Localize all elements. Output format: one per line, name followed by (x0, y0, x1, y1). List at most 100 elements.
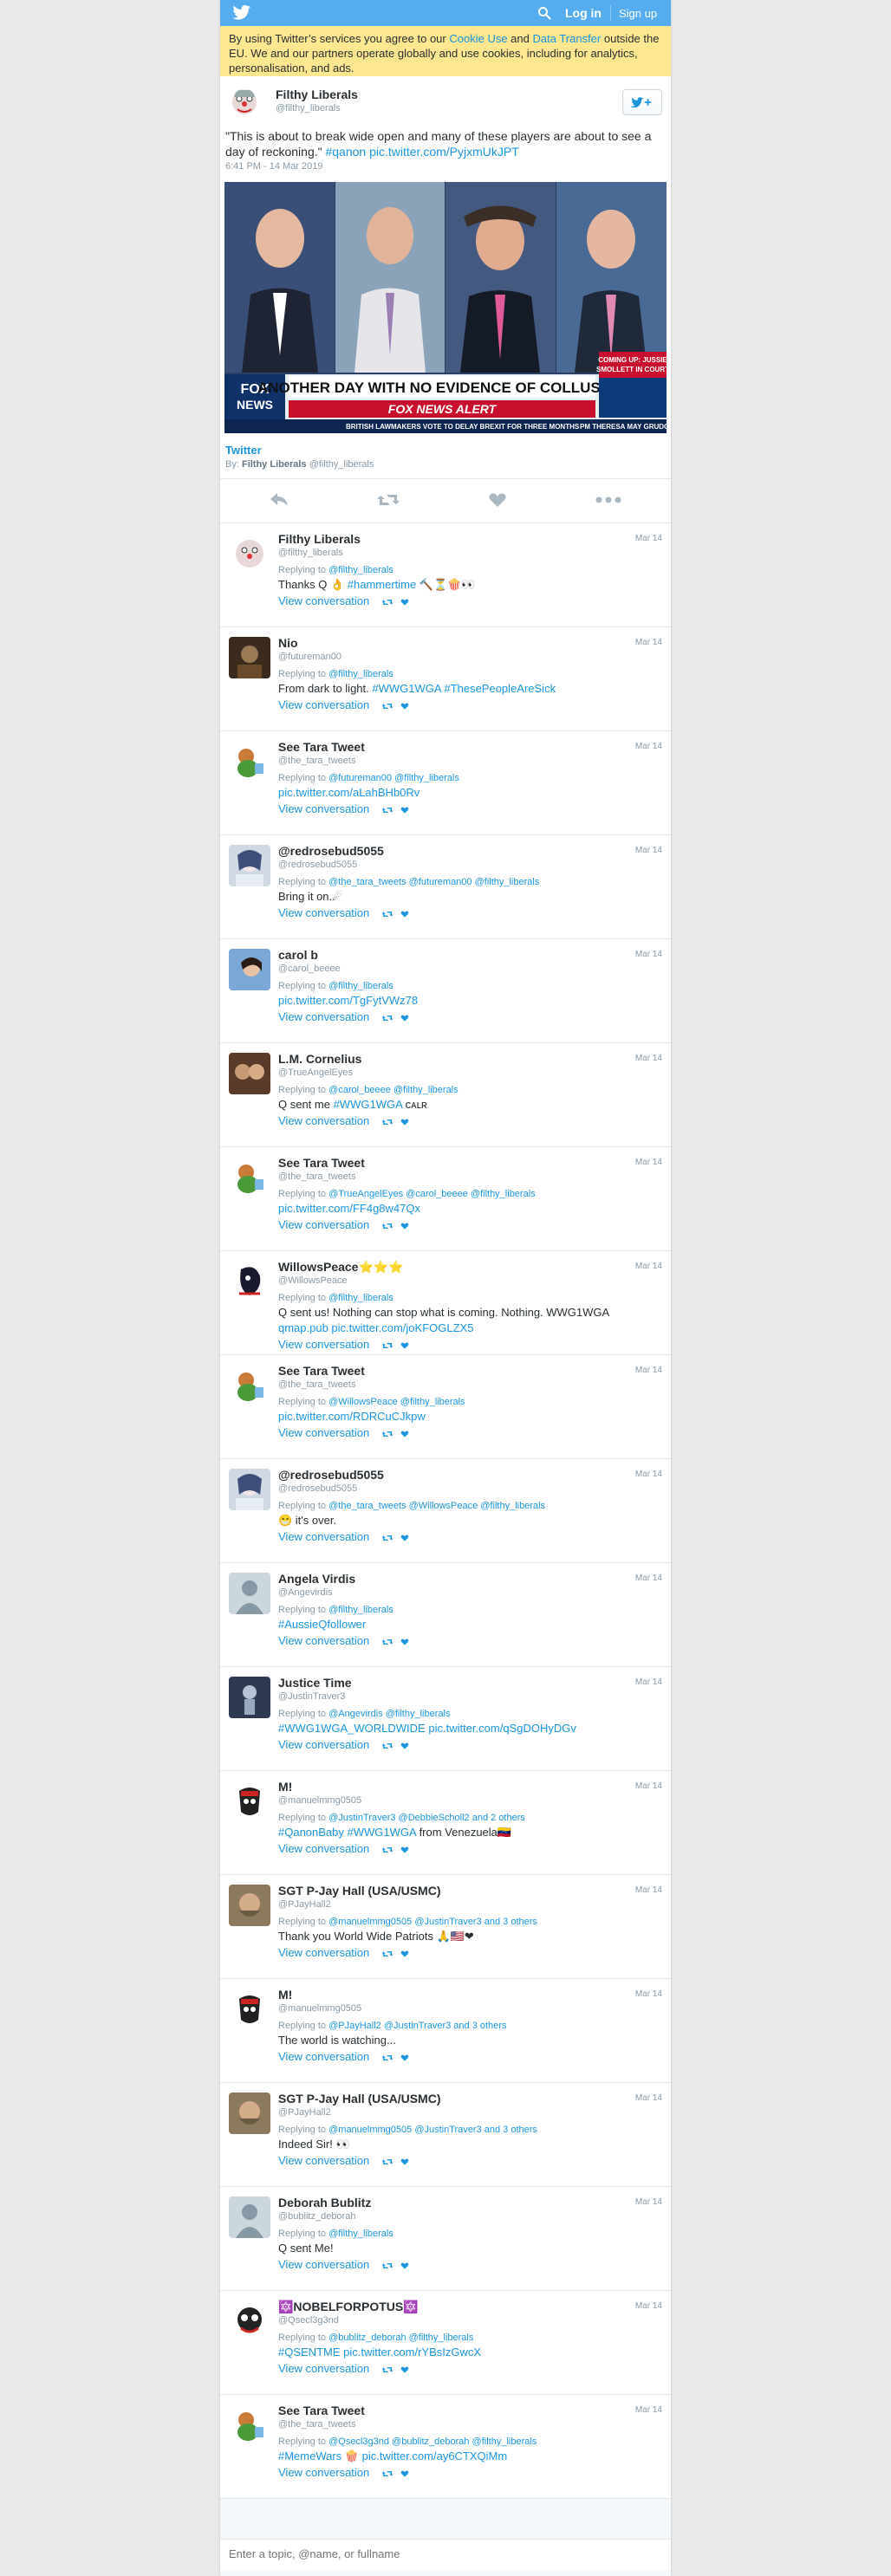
reply-date[interactable]: Mar 14 (635, 1054, 662, 1063)
reply-author-handle[interactable]: @the_tara_tweets (278, 1379, 355, 1390)
reply-author-handle[interactable]: @manuelmmg0505 (278, 2003, 361, 2014)
reply-author-handle[interactable]: @futureman00 (278, 652, 341, 662)
reply-author-name[interactable]: M! (278, 1988, 292, 2002)
reply-tweet[interactable]: M! @manuelmmg0505 Mar 14 Replying to @Justi… (220, 1771, 671, 1875)
author-handle[interactable]: @filthy_liberals (276, 103, 341, 114)
reply-author-name[interactable]: Filthy Liberals (278, 532, 361, 546)
hashtag-link[interactable]: #WWG1WGA (334, 1098, 402, 1111)
like-icon[interactable] (400, 806, 409, 814)
reply-author-name[interactable]: See Tara Tweet (278, 740, 365, 754)
like-icon[interactable] (400, 1118, 409, 1126)
reply-author-handle[interactable]: @carol_beeee (278, 964, 341, 974)
replying-to-users[interactable]: @carol_beeee @filthy_liberals (328, 1085, 459, 1095)
retweet-icon[interactable] (381, 1014, 393, 1022)
reply-date[interactable]: Mar 14 (635, 2405, 662, 2415)
like-icon[interactable] (400, 598, 409, 607)
like-icon[interactable] (400, 2365, 409, 2374)
reply-tweet[interactable]: Filthy Liberals @filthy_liberals Mar 14 Rep… (220, 523, 671, 627)
author-name[interactable]: Filthy Liberals (276, 88, 358, 101)
cookie-use-link[interactable]: Cookie Use (449, 32, 507, 45)
reply-date[interactable]: Mar 14 (635, 2197, 662, 2207)
reply-author-handle[interactable]: @JustinTraver3 (278, 1691, 345, 1702)
reply-author-name[interactable]: Deborah Bublitz (278, 2196, 371, 2209)
like-icon[interactable] (400, 1638, 409, 1646)
reply-author-handle[interactable]: @PJayHall2 (278, 1899, 331, 1910)
reply-author-handle[interactable]: @TrueAngelEyes (278, 1067, 353, 1078)
reply-date[interactable]: Mar 14 (635, 1781, 662, 1791)
view-conversation-link[interactable]: View conversation (278, 802, 369, 815)
reply-author-handle[interactable]: @filthy_liberals (278, 548, 343, 558)
reply-tweet[interactable]: SGT P-Jay Hall (USA/USMC) @PJayHall2 Mar 1… (220, 2083, 671, 2187)
retweet-icon[interactable] (381, 1846, 393, 1854)
hashtag-link[interactable]: #MemeWars (278, 2449, 341, 2462)
reply-tweet[interactable]: Angela Virdis @Angevirdis Mar 14 Replying t… (220, 1563, 671, 1667)
like-icon[interactable] (400, 2469, 409, 2478)
search-input[interactable] (229, 2547, 576, 2560)
view-conversation-link[interactable]: View conversation (278, 2258, 369, 2271)
reply-date[interactable]: Mar 14 (635, 1885, 662, 1895)
reply-tweet[interactable]: See Tara Tweet @the_tara_tweets Mar 14 Repl… (220, 731, 671, 835)
pic-link[interactable]: pic.twitter.com/rYBsIzGwcX (343, 2346, 481, 2359)
retweet-icon[interactable] (381, 2054, 393, 2062)
replying-to-users[interactable]: @JustinTraver3 @DebbieScholl2 and 2 othe… (328, 1813, 525, 1823)
avatar[interactable] (229, 2404, 270, 2446)
reply-date[interactable]: Mar 14 (635, 1574, 662, 1583)
media-source-link[interactable]: Twitter (220, 433, 671, 459)
reply-date[interactable]: Mar 14 (635, 1262, 662, 1271)
replying-to-users[interactable]: @PJayHall2 @JustinTraver3 and 3 others (328, 2021, 506, 2031)
pic-link[interactable]: pic.twitter.com/qSgDOHyDGv (428, 1722, 576, 1735)
replying-to-users[interactable]: @filthy_liberals (328, 565, 393, 575)
reply-tweet[interactable]: Nio @futureman00 Mar 14 Replying to @filthy… (220, 627, 671, 731)
hashtag-link[interactable]: #QanonBaby #WWG1WGA (278, 1826, 416, 1839)
avatar[interactable] (229, 741, 270, 782)
reply-author-name[interactable]: M! (278, 1780, 292, 1794)
reply-author-name[interactable]: carol b (278, 948, 318, 962)
reply-date[interactable]: Mar 14 (635, 1158, 662, 1167)
pic-link[interactable]: pic.twitter.com/FF4g8w47Qx (278, 1202, 420, 1215)
avatar[interactable] (229, 1781, 270, 1822)
retweet-icon[interactable] (381, 1742, 393, 1750)
reply-author-handle[interactable]: @the_tara_tweets (278, 2419, 355, 2430)
avatar[interactable] (229, 1469, 270, 1510)
by-handle[interactable]: @filthy_liberals (309, 459, 374, 470)
reply-tweet[interactable]: carol b @carol_beeee Mar 14 Replying to @fi… (220, 939, 671, 1043)
reply-author-name[interactable]: See Tara Tweet (278, 2404, 365, 2417)
retweet-icon[interactable] (381, 806, 393, 814)
like-icon[interactable] (400, 1846, 409, 1854)
avatar[interactable] (229, 949, 270, 990)
reply-author-name[interactable]: Nio (278, 636, 298, 650)
reply-tweet[interactable]: WillowsPeace⭐⭐⭐ @WillowsPeace Mar 14 Replyi… (220, 1251, 671, 1355)
avatar[interactable] (229, 845, 270, 886)
avatar[interactable] (229, 533, 270, 574)
reply-date[interactable]: Mar 14 (635, 2301, 662, 2311)
pic-link[interactable]: pic.twitter.com/TgFytVWz78 (278, 994, 418, 1007)
pic-link[interactable]: pic.twitter.com/ay6CTXQiMm (362, 2449, 508, 2462)
reply-date[interactable]: Mar 14 (635, 1989, 662, 1999)
reply-author-name[interactable]: Justice Time (278, 1676, 352, 1690)
avatar[interactable] (229, 2300, 270, 2342)
reply-tweet[interactable]: @redrosebud5055 @redrosebud5055 Mar 14 Repl… (220, 1459, 671, 1563)
retweet-icon[interactable] (381, 2261, 393, 2270)
replying-to-users[interactable]: @filthy_liberals (328, 981, 393, 991)
like-icon[interactable] (400, 1430, 409, 1438)
replying-to-users[interactable]: @the_tara_tweets @futureman00 @filthy_li… (328, 877, 539, 887)
search-icon[interactable] (537, 6, 551, 20)
hashtag-link[interactable]: #AussieQfollower (278, 1618, 366, 1631)
twitter-bird-icon[interactable] (232, 4, 251, 22)
hashtag-link[interactable]: #WWG1WGA_WORLDWIDE (278, 1722, 426, 1735)
reply-icon[interactable] (269, 492, 289, 508)
reply-date[interactable]: Mar 14 (635, 1366, 662, 1375)
like-icon[interactable] (400, 910, 409, 918)
reply-author-name[interactable]: SGT P-Jay Hall (USA/USMC) (278, 1884, 440, 1898)
pic-link[interactable]: pic.twitter.com/aLahBHb0Rv (278, 786, 419, 799)
pic-link[interactable]: pic.twitter.com/PyjxmUkJPT (369, 145, 519, 159)
avatar[interactable] (229, 2093, 270, 2134)
view-conversation-link[interactable]: View conversation (278, 1842, 369, 1855)
reply-author-name[interactable]: See Tara Tweet (278, 1364, 365, 1378)
retweet-icon[interactable] (381, 1430, 393, 1438)
view-conversation-link[interactable]: View conversation (278, 594, 369, 607)
reply-tweet[interactable]: @redrosebud5055 @redrosebud5055 Mar 14 Repl… (220, 835, 671, 939)
avatar[interactable] (229, 1261, 270, 1302)
avatar[interactable] (229, 2196, 270, 2238)
reply-author-name[interactable]: SGT P-Jay Hall (USA/USMC) (278, 2092, 440, 2106)
